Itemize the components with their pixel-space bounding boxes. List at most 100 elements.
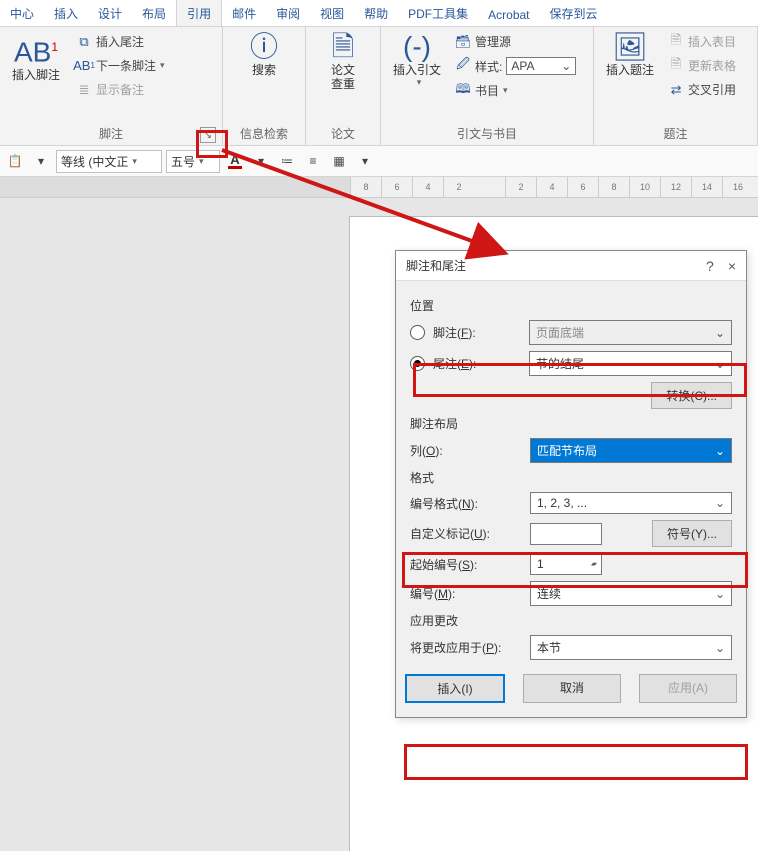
caption-group-label: 题注 (600, 123, 751, 145)
font-family-select[interactable]: 等线 (中文正 (56, 150, 162, 173)
citation-group-label: 引文与书目 (387, 123, 587, 145)
tab-view[interactable]: 视图 (310, 0, 354, 26)
tab-design[interactable]: 设计 (88, 0, 132, 26)
insert-citation-button[interactable]: (-) 插入引文 (387, 31, 447, 90)
ruler-tick: 4 (412, 177, 443, 197)
tab-review[interactable]: 审阅 (266, 0, 310, 26)
convert-button[interactable]: 转换(C)... (651, 382, 732, 409)
ribbon-tabs: 中心 插入 设计 布局 引用 邮件 审阅 视图 帮助 PDF工具集 Acroba… (0, 0, 758, 27)
insert-button[interactable]: 插入(I) (405, 674, 505, 703)
horizontal-ruler[interactable]: 8 6 4 2 2 4 6 8 10 12 14 16 (0, 177, 758, 198)
start-at-spinner[interactable]: 1 (530, 553, 602, 575)
tab-acrobat[interactable]: Acrobat (478, 3, 539, 26)
tab-center[interactable]: 中心 (0, 0, 44, 26)
tab-pdftools[interactable]: PDF工具集 (398, 0, 478, 26)
sources-icon: 🗃 (455, 34, 471, 50)
ruler-tick: 6 (567, 177, 598, 197)
columns-select[interactable]: 匹配节布局 (530, 438, 732, 463)
ruler-tick: 8 (350, 177, 381, 197)
section-position: 位置 (410, 297, 732, 314)
ruler-tick: 14 (691, 177, 722, 197)
document-search-icon: 🗎 (332, 33, 355, 61)
footnote-dialog-launcher[interactable]: ↘ (200, 127, 216, 143)
tab-mail[interactable]: 邮件 (222, 0, 266, 26)
font-color-dropdown[interactable]: ▾ (250, 150, 272, 172)
table-button[interactable]: ▦ (328, 150, 350, 172)
dialog-title: 脚注和尾注 (406, 257, 466, 274)
search-group-label: 信息检索 (229, 123, 299, 145)
next-footnote-icon: AB1 (76, 58, 92, 74)
tab-references[interactable]: 引用 (176, 0, 222, 26)
columns-label: 列(O): (410, 442, 530, 459)
show-notes-icon: ≣ (76, 82, 92, 98)
footnote-position-select: 页面底端 (529, 320, 732, 345)
paste-icon[interactable]: 📋 (4, 150, 26, 172)
toolbar-dropdown-icon[interactable]: ▾ (30, 150, 52, 172)
tab-insert[interactable]: 插入 (44, 0, 88, 26)
section-format: 格式 (410, 469, 732, 486)
section-apply: 应用更改 (410, 612, 732, 629)
citation-icon: (-) (403, 33, 431, 61)
footnote-icon: AB1 (14, 33, 58, 66)
custom-mark-input[interactable] (530, 523, 602, 545)
insert-table-figures-button: 🗎插入表目 (664, 31, 740, 52)
endnote-position-select[interactable]: 节的结尾 (529, 351, 732, 376)
style-icon: 🖉 (455, 58, 471, 74)
format-toolbar: 📋 ▾ 等线 (中文正 五号 A ▾ ≔ ≡ ▦ ▾ (0, 146, 758, 177)
custom-mark-label: 自定义标记(U): (410, 525, 530, 542)
tab-help[interactable]: 帮助 (354, 0, 398, 26)
endnote-icon: ⧉ (76, 34, 92, 50)
section-layout: 脚注布局 (410, 415, 732, 432)
apply-to-label: 将更改应用于(P): (410, 639, 530, 656)
number-format-label: 编号格式(N): (410, 495, 530, 512)
numbering-select[interactable]: 连续 (530, 581, 732, 606)
numbering-label: 编号(M): (410, 585, 530, 602)
insert-endnote-button[interactable]: ⧉插入尾注 (72, 31, 169, 52)
search-button[interactable]: ⓘ 搜索 (229, 31, 299, 79)
citation-style-select[interactable]: APA (506, 57, 576, 75)
paper-check-button[interactable]: 🗎 论文 查重 (312, 31, 374, 93)
footnote-endnote-dialog: 脚注和尾注 ? × 位置 脚注(F): 页面底端 尾注(E): 节的结尾 转换(… (395, 250, 747, 718)
insert-caption-button[interactable]: 🖼 插入题注 (600, 31, 660, 79)
footnote-radio[interactable] (410, 325, 425, 340)
update-table-button: 🗎更新表格 (664, 55, 740, 76)
font-color-button[interactable]: A (224, 150, 246, 172)
number-format-select[interactable]: 1, 2, 3, ... (530, 492, 732, 514)
endnote-radio[interactable] (410, 356, 425, 371)
ruler-tick: 8 (598, 177, 629, 197)
bibliography-button[interactable]: 🕮书目 (451, 80, 580, 101)
cross-reference-button[interactable]: ⇄交叉引用 (664, 79, 740, 100)
show-notes-button: ≣显示备注 (72, 79, 169, 100)
ruler-tick: 4 (536, 177, 567, 197)
ruler-tick: 12 (660, 177, 691, 197)
symbol-button[interactable]: 符号(Y)... (652, 520, 732, 547)
endnote-label: 尾注(E): (433, 355, 529, 372)
ruler-tick: 6 (381, 177, 412, 197)
apply-to-select[interactable]: 本节 (530, 635, 732, 660)
dialog-close-button[interactable]: × (728, 258, 736, 274)
apply-button: 应用(A) (639, 674, 737, 703)
update-icon: 🗎 (668, 58, 684, 74)
font-color-icon: A (230, 153, 239, 166)
ribbon: AB1 插入脚注 ⧉插入尾注 AB1下一条脚注 ≣显示备注 脚注 ↘ ⓘ 搜索 … (0, 27, 758, 146)
footnote-group-label: 脚注 ↘ (6, 123, 216, 145)
manage-sources-button[interactable]: 🗃管理源 (451, 31, 580, 52)
insert-footnote-button[interactable]: AB1 插入脚注 (6, 31, 66, 84)
next-footnote-button[interactable]: AB1下一条脚注 (72, 55, 169, 76)
cancel-button[interactable]: 取消 (523, 674, 621, 703)
search-icon: ⓘ (250, 33, 278, 61)
dialog-help-button[interactable]: ? (706, 258, 714, 274)
align-button[interactable]: ≡ (302, 150, 324, 172)
crossref-icon: ⇄ (668, 82, 684, 98)
list-button[interactable]: ≔ (276, 150, 298, 172)
bibliography-icon: 🕮 (455, 83, 471, 99)
font-size-select[interactable]: 五号 (166, 150, 220, 173)
font-color-bar (228, 166, 242, 169)
tab-savecloud[interactable]: 保存到云 (540, 0, 608, 26)
table-figures-icon: 🗎 (668, 34, 684, 50)
ruler-tick: 2 (505, 177, 536, 197)
table-dropdown[interactable]: ▾ (354, 150, 376, 172)
paper-group-label: 论文 (312, 123, 374, 145)
tab-layout[interactable]: 布局 (132, 0, 176, 26)
caption-icon: 🖼 (612, 33, 648, 61)
